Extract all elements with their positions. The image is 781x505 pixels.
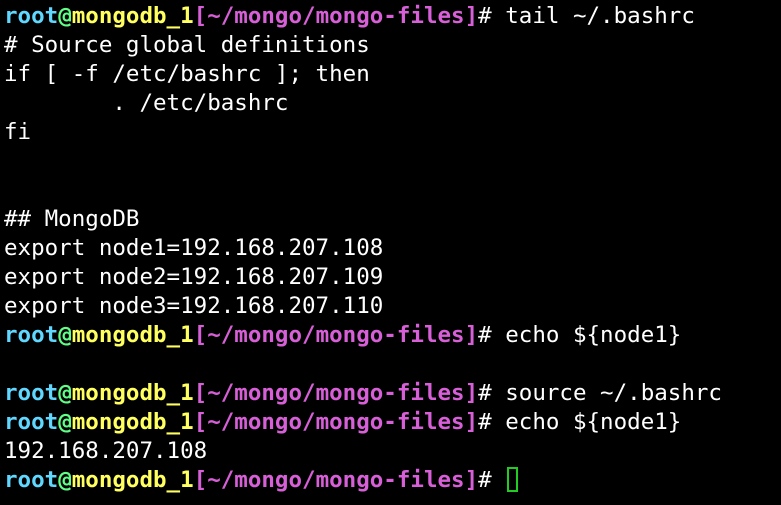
- output-line: ## MongoDB: [4, 205, 781, 234]
- prompt-host: mongodb_1: [71, 380, 194, 406]
- command-text: echo ${node1}: [505, 322, 682, 348]
- prompt-path: ~/mongo/mongo-files: [207, 467, 465, 493]
- command-text: tail ~/.bashrc: [505, 3, 695, 29]
- prompt-close-bracket: ]: [464, 322, 479, 348]
- prompt-close-bracket: ]: [464, 380, 479, 406]
- prompt-symbol: #: [478, 322, 506, 348]
- prompt-symbol: #: [478, 3, 506, 29]
- output-line: export node1=192.168.207.108: [4, 234, 781, 263]
- terminal-cursor[interactable]: [507, 467, 519, 492]
- prompt-path: ~/mongo/mongo-files: [207, 3, 465, 29]
- prompt-host: mongodb_1: [71, 467, 194, 493]
- output-text: # Source global definitions: [4, 32, 370, 58]
- prompt-close-bracket: ]: [464, 3, 479, 29]
- prompt-open-bracket: [: [193, 3, 208, 29]
- prompt-line: root@mongodb_1[~/mongo/mongo-files]#: [4, 466, 781, 495]
- prompt-path: ~/mongo/mongo-files: [207, 380, 465, 406]
- prompt-user: root: [4, 380, 59, 406]
- prompt-symbol: #: [478, 467, 506, 493]
- output-line: . /etc/bashrc: [4, 89, 781, 118]
- command-text: source ~/.bashrc: [505, 380, 722, 406]
- output-line: # Source global definitions: [4, 31, 781, 60]
- output-text: fi: [4, 119, 32, 145]
- prompt-line: root@mongodb_1[~/mongo/mongo-files]# ech…: [4, 408, 781, 437]
- output-line: export node2=192.168.207.109: [4, 263, 781, 292]
- prompt-at: @: [58, 3, 72, 29]
- output-text: export node2=192.168.207.109: [4, 264, 384, 290]
- prompt-host: mongodb_1: [71, 409, 194, 435]
- output-text: ## MongoDB: [4, 206, 140, 232]
- prompt-host: mongodb_1: [71, 3, 194, 29]
- prompt-open-bracket: [: [193, 467, 208, 493]
- prompt-user: root: [4, 409, 59, 435]
- prompt-line: root@mongodb_1[~/mongo/mongo-files]# tai…: [4, 2, 781, 31]
- output-line: 192.168.207.108: [4, 437, 781, 466]
- prompt-user: root: [4, 3, 59, 29]
- prompt-open-bracket: [: [193, 409, 208, 435]
- terminal-window[interactable]: root@mongodb_1[~/mongo/mongo-files]# tai…: [0, 0, 781, 505]
- output-text: export node1=192.168.207.108: [4, 235, 384, 261]
- prompt-at: @: [58, 322, 72, 348]
- output-text: . /etc/bashrc: [4, 90, 289, 116]
- prompt-host: mongodb_1: [71, 322, 194, 348]
- prompt-at: @: [58, 409, 72, 435]
- output-text: if [ -f /etc/bashrc ]; then: [4, 61, 370, 87]
- output-line: fi: [4, 118, 781, 147]
- prompt-open-bracket: [: [193, 322, 208, 348]
- prompt-at: @: [58, 467, 72, 493]
- prompt-line: root@mongodb_1[~/mongo/mongo-files]# ech…: [4, 321, 781, 350]
- output-line: if [ -f /etc/bashrc ]; then: [4, 60, 781, 89]
- output-text: 192.168.207.108: [4, 438, 208, 464]
- prompt-path: ~/mongo/mongo-files: [207, 409, 465, 435]
- prompt-line: root@mongodb_1[~/mongo/mongo-files]# sou…: [4, 379, 781, 408]
- prompt-symbol: #: [478, 409, 506, 435]
- prompt-close-bracket: ]: [464, 467, 479, 493]
- command-text: echo ${node1}: [505, 409, 682, 435]
- prompt-at: @: [58, 380, 72, 406]
- prompt-close-bracket: ]: [464, 409, 479, 435]
- output-text: export node3=192.168.207.110: [4, 293, 384, 319]
- output-line: export node3=192.168.207.110: [4, 292, 781, 321]
- prompt-symbol: #: [478, 380, 506, 406]
- prompt-user: root: [4, 322, 59, 348]
- prompt-open-bracket: [: [193, 380, 208, 406]
- prompt-path: ~/mongo/mongo-files: [207, 322, 465, 348]
- prompt-user: root: [4, 467, 59, 493]
